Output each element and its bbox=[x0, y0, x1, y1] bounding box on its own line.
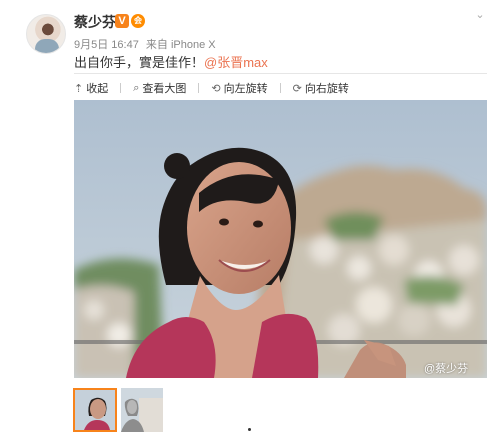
avatar-shirt bbox=[35, 39, 59, 53]
view-large-button[interactable]: ⌕ 查看大图 bbox=[133, 80, 186, 96]
verified-badge: V bbox=[115, 14, 129, 28]
rotate-left-label: 向左旋转 bbox=[223, 83, 268, 95]
vip-badge: 会 bbox=[131, 14, 145, 28]
carousel-dot[interactable] bbox=[248, 428, 251, 431]
thumbnail-2[interactable] bbox=[121, 388, 163, 432]
rotate-left-button[interactable]: ⟲ 向左旋转 bbox=[211, 80, 267, 96]
view-large-label: 查看大图 bbox=[142, 83, 187, 95]
collapse-label: 收起 bbox=[86, 83, 109, 95]
post-meta: 9月5日 16:47 来自 iPhone X bbox=[74, 36, 220, 52]
search-icon: ⌕ bbox=[133, 81, 140, 94]
thumbnail-1[interactable] bbox=[73, 388, 117, 432]
collapse-icon: ⇡ bbox=[74, 82, 84, 95]
photo-image bbox=[74, 100, 487, 378]
photo-watermark: @蔡少芬 bbox=[424, 363, 469, 375]
divider bbox=[74, 73, 487, 74]
toolbar-separator bbox=[120, 83, 122, 93]
chevron-down-icon[interactable]: ⌄ bbox=[473, 10, 487, 21]
rotate-right-label: 向右旋转 bbox=[304, 83, 349, 95]
collapse-button[interactable]: ⇡ 收起 bbox=[74, 80, 108, 96]
rotate-left-icon: ⟲ bbox=[211, 82, 221, 95]
post-body: 出自你手，實是佳作！ bbox=[74, 55, 205, 70]
post-photo[interactable] bbox=[74, 100, 487, 378]
image-toolbar: ⇡ 收起 ⌕ 查看大图 ⟲ 向左旋转 ⟳ 向右旋转 bbox=[74, 80, 361, 96]
mention-link[interactable]: @张晋max bbox=[204, 55, 268, 70]
thumbnail-1-image bbox=[75, 390, 115, 430]
rotate-right-icon: ⟳ bbox=[292, 82, 302, 95]
post-source: 来自 iPhone X bbox=[145, 39, 216, 51]
rotate-right-button[interactable]: ⟳ 向右旋转 bbox=[293, 80, 349, 96]
toolbar-separator bbox=[198, 83, 200, 93]
post-date[interactable]: 9月5日 16:47 bbox=[74, 39, 139, 51]
post-text: 出自你手，實是佳作！@张晋max bbox=[74, 52, 268, 71]
avatar[interactable] bbox=[26, 14, 66, 54]
thumbnail-2-image bbox=[121, 388, 163, 432]
toolbar-separator bbox=[279, 83, 281, 93]
user-name[interactable]: 蔡少芬 bbox=[74, 12, 116, 32]
